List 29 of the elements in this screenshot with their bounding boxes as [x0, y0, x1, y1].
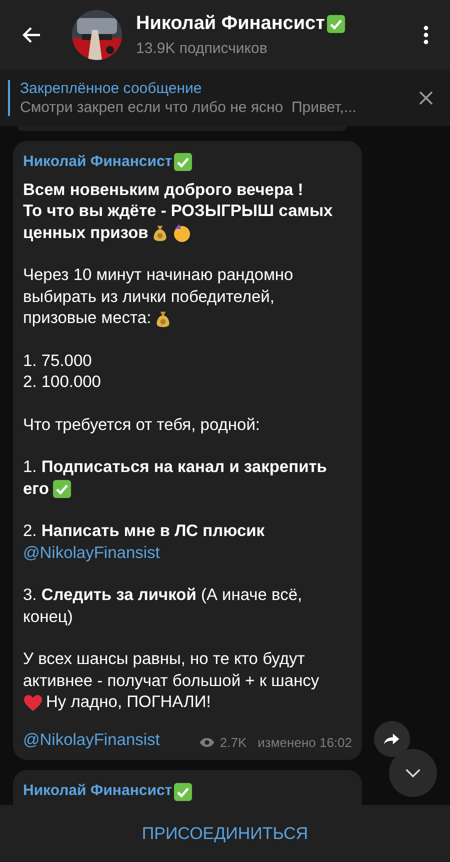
message-text: 1. Подписаться на канал и закрепить: [23, 457, 327, 478]
pinned-text: Смотри закреп если что либо не ясно Привет,...: [20, 98, 358, 117]
message-text: Ну ладно, ПОГНАЛИ!: [46, 692, 211, 713]
message-text: призовые места:: [23, 308, 152, 329]
message-text: 3. Следить за личкой (А иначе всё, конец): [23, 585, 302, 628]
chevron-down-icon: [404, 768, 422, 778]
share-button[interactable]: [374, 721, 410, 757]
author-name: Николай Финансист: [23, 781, 172, 802]
subscriber-count: 13.9K подписчиков: [136, 39, 268, 59]
heart-icon: [23, 692, 43, 713]
mention-link[interactable]: @NikolayFinansist: [23, 542, 160, 564]
close-icon[interactable]: [418, 90, 434, 106]
pinned-title: Закреплённое сообщение: [20, 79, 203, 98]
message-text: 2. Написать мне в ЛС плюсик: [23, 521, 265, 542]
mention-link[interactable]: @NikolayFinansist: [23, 728, 160, 752]
pinned-bar[interactable]: Закреплённое сообщение Смотри закреп если что либо не ясно Привет,...: [0, 70, 450, 126]
party-emoji-icon: [172, 223, 192, 244]
channel-title: Николай Финансист: [136, 12, 325, 36]
check-icon: [52, 479, 72, 500]
message-text: ценных призов: [23, 222, 148, 244]
author-name: Николай Финансист: [23, 152, 172, 172]
message-text: 1. 75.000 2. 100.000: [23, 350, 101, 393]
eye-icon: [198, 737, 215, 748]
message-text: Что требуется от тебя, родной:: [23, 414, 260, 436]
message-text: У всех шансы равны, но те кто будут активнее - получат большой + к шансу: [23, 649, 320, 692]
edited-time: изменено 16:02: [258, 734, 352, 752]
money-bag-icon: [151, 223, 170, 244]
view-count: 2.7K: [220, 734, 247, 752]
message-text: его: [23, 478, 49, 500]
